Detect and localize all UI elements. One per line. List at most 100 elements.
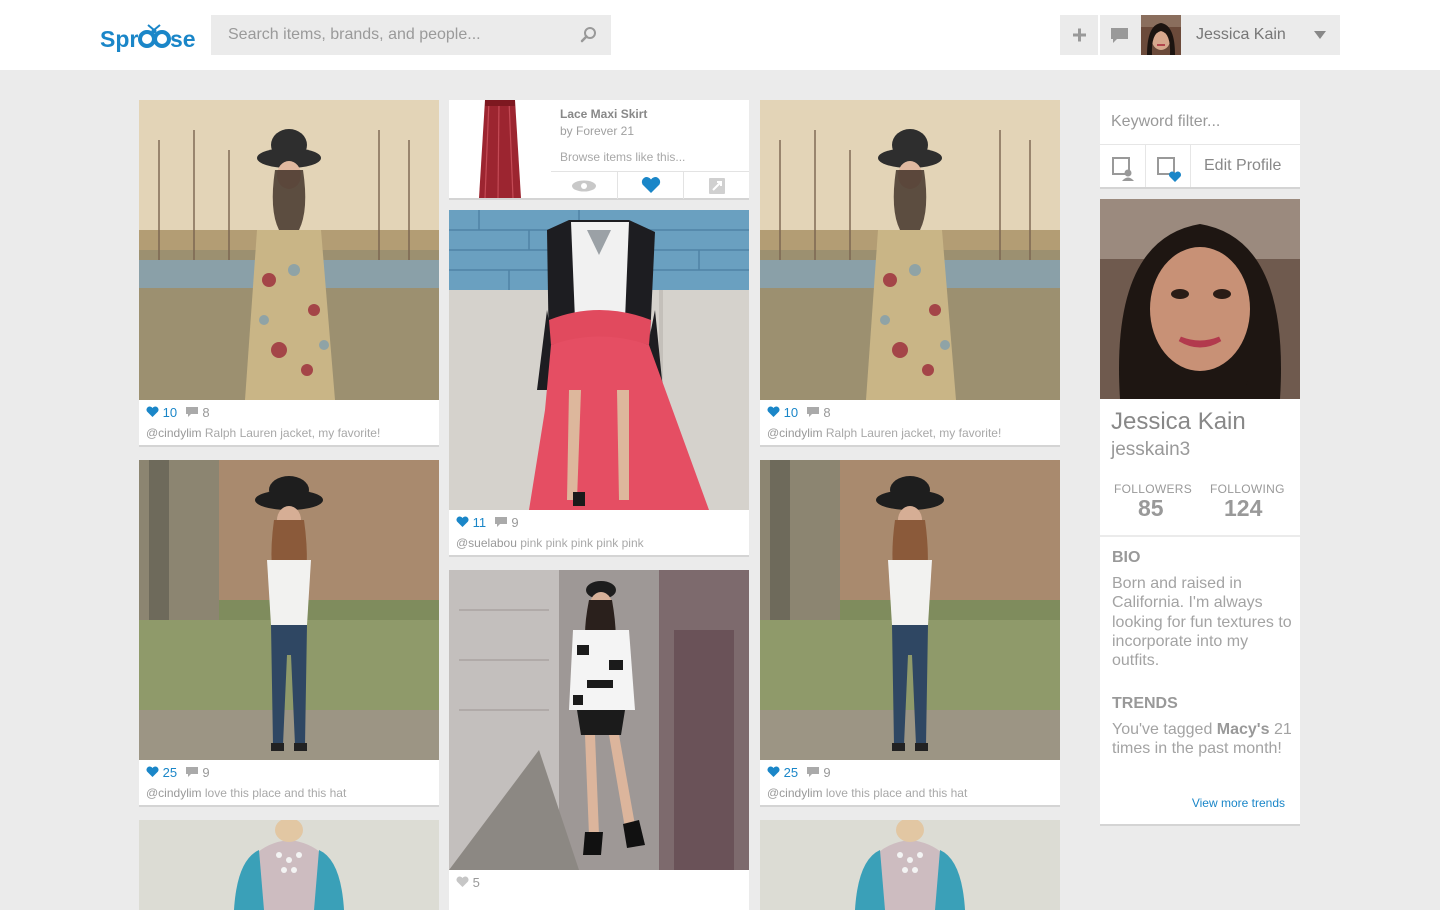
comment-count: 9 bbox=[202, 765, 210, 780]
comment-icon[interactable] bbox=[185, 766, 199, 778]
post-card[interactable]: 11 9 @suelabou pink pink pink pink pink bbox=[449, 210, 749, 555]
post-image[interactable] bbox=[449, 210, 749, 510]
post-card[interactable] bbox=[139, 820, 439, 910]
sproose-logo[interactable]: Spr se bbox=[100, 16, 200, 56]
product-title[interactable]: Lace Maxi Skirt bbox=[560, 107, 647, 121]
post-caption: @cindylim Ralph Lauren jacket, my favori… bbox=[146, 426, 380, 440]
post-author-link[interactable]: @cindylim bbox=[146, 786, 202, 800]
post-caption: @cindylim love this place and this hat bbox=[767, 786, 967, 800]
post-card[interactable]: 10 8 @cindylim Ralph Lauren jacket, my f… bbox=[760, 100, 1060, 445]
post-image[interactable] bbox=[139, 820, 439, 910]
trends-heading: TRENDS bbox=[1112, 695, 1178, 712]
comment-icon[interactable] bbox=[185, 406, 199, 418]
post-image[interactable] bbox=[760, 460, 1060, 760]
profile-toolbar: Edit Profile bbox=[1100, 144, 1300, 187]
post-caption-text: love this place and this hat bbox=[825, 786, 968, 800]
my-posts-button[interactable] bbox=[1100, 145, 1144, 187]
profile-name: Jessica Kain bbox=[1111, 408, 1246, 435]
profile-handle: jesskain3 bbox=[1111, 439, 1191, 460]
username[interactable]: Jessica Kain bbox=[1196, 26, 1286, 44]
add-button[interactable] bbox=[1060, 15, 1100, 55]
edit-profile-button[interactable]: Edit Profile bbox=[1204, 157, 1281, 175]
heart-icon[interactable] bbox=[456, 516, 469, 528]
search-input[interactable] bbox=[211, 15, 588, 55]
logo-icon: Spr se bbox=[100, 24, 196, 52]
post-card[interactable]: 25 9 @cindylim love this place and this … bbox=[760, 460, 1060, 805]
post-author-link[interactable]: @cindylim bbox=[146, 426, 202, 440]
post-image[interactable] bbox=[139, 100, 439, 400]
comment-icon[interactable] bbox=[494, 516, 508, 528]
product-actions bbox=[551, 171, 749, 199]
post-caption: @cindylim love this place and this hat bbox=[146, 786, 346, 800]
post-stats: 5 bbox=[456, 875, 480, 890]
liked-posts-icon bbox=[1157, 157, 1182, 182]
comment-icon[interactable] bbox=[806, 406, 820, 418]
post-stats: 10 8 bbox=[767, 405, 831, 420]
profile-photo[interactable] bbox=[1100, 199, 1300, 399]
like-count: 25 bbox=[162, 765, 178, 780]
browse-similar-link[interactable]: Browse items like this... bbox=[560, 150, 685, 164]
trends-text: You've tagged Macy's 21 times in the pas… bbox=[1112, 721, 1292, 758]
followers-count[interactable]: 85 bbox=[1138, 495, 1164, 522]
view-button[interactable] bbox=[551, 172, 617, 199]
user-posts-icon bbox=[1112, 157, 1134, 181]
post-stats: 11 9 bbox=[456, 515, 519, 530]
post-author-link[interactable]: @cindylim bbox=[767, 426, 823, 440]
post-caption: @cindylim Ralph Lauren jacket, my favori… bbox=[767, 426, 1001, 440]
chevron-down-icon[interactable] bbox=[1314, 31, 1326, 39]
heart-icon[interactable] bbox=[146, 766, 159, 778]
heart-icon[interactable] bbox=[767, 766, 780, 778]
post-stats: 10 8 bbox=[146, 405, 210, 420]
comment-icon[interactable] bbox=[806, 766, 820, 778]
plus-icon bbox=[1073, 28, 1086, 42]
like-count: 10 bbox=[162, 405, 178, 420]
comment-count: 9 bbox=[511, 515, 519, 530]
post-image[interactable] bbox=[760, 100, 1060, 400]
post-card[interactable]: 25 9 @cindylim love this place and this … bbox=[139, 460, 439, 805]
svg-text:Spr: Spr bbox=[100, 26, 138, 52]
external-link-icon bbox=[709, 178, 725, 194]
post-author-link[interactable]: @suelabou bbox=[456, 536, 517, 550]
following-label: FOLLOWING bbox=[1210, 482, 1285, 496]
eye-icon bbox=[572, 180, 596, 192]
post-author-link[interactable]: @cindylim bbox=[767, 786, 823, 800]
chat-icon bbox=[1111, 28, 1128, 43]
top-bar: Spr se Search items, brands, and people.… bbox=[0, 0, 1440, 70]
heart-icon[interactable] bbox=[456, 876, 469, 888]
post-stats: 25 9 bbox=[146, 765, 210, 780]
share-button[interactable] bbox=[683, 172, 750, 199]
heart-icon[interactable] bbox=[146, 406, 159, 418]
post-stats: 25 9 bbox=[767, 765, 831, 780]
like-button[interactable] bbox=[617, 172, 684, 199]
post-caption: @suelabou pink pink pink pink pink bbox=[456, 536, 644, 550]
product-brand[interactable]: by Forever 21 bbox=[560, 124, 634, 138]
post-card[interactable]: 5 bbox=[449, 570, 749, 910]
comment-count: 9 bbox=[823, 765, 831, 780]
search-icon[interactable] bbox=[579, 25, 599, 45]
heart-icon[interactable] bbox=[767, 406, 780, 418]
user-nav: Jessica Kain bbox=[1060, 15, 1340, 55]
product-card[interactable]: Lace Maxi Skirt by Forever 21 Browse ite… bbox=[449, 100, 749, 199]
keyword-filter-input[interactable] bbox=[1100, 100, 1301, 144]
following-count[interactable]: 124 bbox=[1224, 495, 1262, 522]
post-caption-text: Ralph Lauren jacket, my favorite! bbox=[825, 426, 1002, 440]
like-count: 5 bbox=[472, 875, 480, 890]
comment-count: 8 bbox=[202, 405, 210, 420]
avatar[interactable] bbox=[1141, 15, 1181, 55]
liked-posts-button[interactable] bbox=[1145, 145, 1191, 187]
messages-button[interactable] bbox=[1100, 15, 1138, 55]
post-image[interactable] bbox=[139, 460, 439, 760]
product-image[interactable] bbox=[449, 100, 551, 198]
profile-card: Jessica Kain jesskain3 FOLLOWERS 85 FOLL… bbox=[1100, 199, 1300, 824]
post-card[interactable]: 10 8 @cindylim Ralph Lauren jacket, my f… bbox=[139, 100, 439, 445]
post-image[interactable] bbox=[760, 820, 1060, 910]
post-image[interactable] bbox=[449, 570, 749, 870]
svg-text:se: se bbox=[170, 26, 196, 52]
divider bbox=[1100, 535, 1300, 537]
heart-icon bbox=[641, 177, 661, 193]
like-count: 10 bbox=[783, 405, 799, 420]
keyword-filter bbox=[1100, 100, 1301, 144]
post-caption-text: pink pink pink pink pink bbox=[520, 536, 644, 550]
view-more-trends-link[interactable]: View more trends bbox=[1192, 796, 1285, 810]
post-card[interactable] bbox=[760, 820, 1060, 910]
